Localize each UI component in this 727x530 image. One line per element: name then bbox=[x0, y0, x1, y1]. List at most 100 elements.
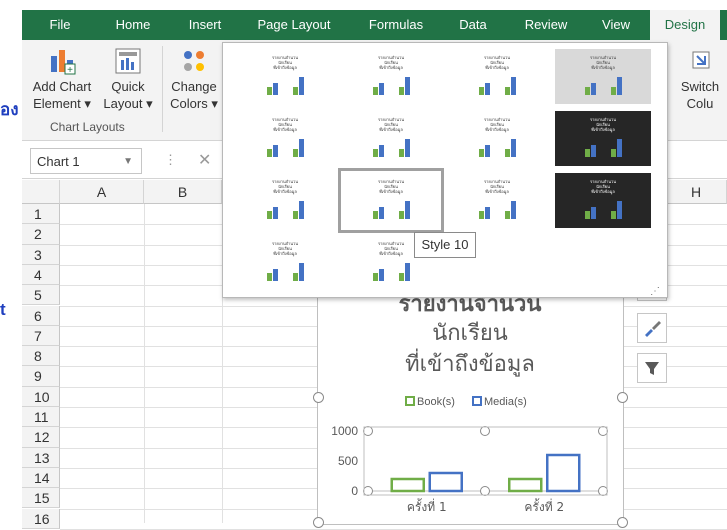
chart-style-thumbnail-8[interactable]: รายงานจำนวน นักเรียน ที่เข้าถึงข้อมูล bbox=[555, 111, 651, 166]
row-header-4[interactable]: 4 bbox=[22, 264, 60, 286]
change-colors-label-1: Change bbox=[171, 79, 217, 94]
thumbnail-chart-icon bbox=[585, 139, 622, 157]
chart-style-thumbnail-5[interactable]: รายงานจำนวน นักเรียน ที่เข้าถึงข้อมูล bbox=[237, 111, 333, 166]
chart-title-line-3: ที่เข้าถึงข้อมูล bbox=[405, 348, 535, 377]
brush-icon bbox=[645, 321, 661, 337]
plot-area-handle[interactable] bbox=[598, 486, 608, 496]
quick-layout-button[interactable]: Quick Layout ▾ bbox=[100, 46, 156, 112]
chart-style-thumbnail-9[interactable]: รายงานจำนวน นักเรียน ที่เข้าถึงข้อมูล bbox=[237, 173, 333, 228]
plot-area-handle[interactable] bbox=[598, 426, 608, 436]
thumbnail-chart-icon bbox=[267, 201, 304, 219]
row-header-7[interactable]: 7 bbox=[22, 325, 60, 347]
tab-view[interactable]: View bbox=[592, 10, 640, 40]
chart-style-thumbnail-3[interactable]: รายงานจำนวน นักเรียน ที่เข้าถึงข้อมูล bbox=[449, 49, 545, 104]
add-chart-element-button[interactable]: + Add Chart Element ▾ bbox=[26, 46, 98, 112]
thumbnail-chart-icon bbox=[373, 139, 410, 157]
row-header-9[interactable]: 9 bbox=[22, 366, 60, 387]
thumbnail-chart-icon bbox=[267, 77, 304, 95]
thumbnail-chart-icon bbox=[479, 139, 516, 157]
switch-row-column-label-2: Colu bbox=[686, 96, 714, 111]
chart-style-thumbnail-12[interactable]: รายงานจำนวน นักเรียน ที่เข้าถึงข้อมูล bbox=[555, 173, 651, 228]
row-header-11[interactable]: 11 bbox=[22, 407, 60, 428]
tab-file[interactable]: File bbox=[32, 10, 88, 40]
tab-insert[interactable]: Insert bbox=[176, 10, 234, 40]
change-colors-icon bbox=[184, 51, 204, 71]
change-colors-button[interactable]: Change Colors ▾ bbox=[166, 46, 222, 112]
row-header-16[interactable]: 16 bbox=[22, 508, 60, 529]
chart-filters-button[interactable] bbox=[637, 353, 667, 383]
ribbon-separator bbox=[162, 46, 163, 132]
tab-data[interactable]: Data bbox=[448, 10, 498, 40]
column-header-a[interactable]: A bbox=[60, 180, 144, 204]
chart-title-line-1: รายงานจำนวน bbox=[399, 297, 542, 317]
chart-style-thumbnail-13[interactable]: รายงานจำนวน นักเรียน ที่เข้าถึงข้อมูล bbox=[237, 235, 333, 290]
row-header-14[interactable]: 14 bbox=[22, 467, 60, 489]
y-tick-label: 500 bbox=[338, 454, 358, 468]
legend-label-media: Media(s) bbox=[484, 396, 527, 408]
row-header-15[interactable]: 15 bbox=[22, 488, 60, 509]
chevron-down-icon: ▼ bbox=[123, 156, 133, 167]
name-box[interactable]: Chart 1 ▼ bbox=[30, 148, 142, 174]
row-header-6[interactable]: 6 bbox=[22, 305, 60, 326]
chart-style-thumbnail-6[interactable]: รายงานจำนวน นักเรียน ที่เข้าถึงข้อมูล bbox=[343, 111, 439, 166]
chart-styles-gallery: รายงานจำนวน นักเรียน ที่เข้าถึงข้อมูล รายงา… bbox=[222, 42, 668, 298]
switch-row-column-button[interactable]: Switch Colu bbox=[672, 46, 727, 112]
chart-area[interactable]: รายงานจำนวน นักเรียน ที่เข้าถึงข้อมูล Bo… bbox=[317, 292, 624, 525]
add-chart-element-label-2: Element ▾ bbox=[33, 96, 91, 111]
cancel-icon[interactable]: ✕ bbox=[198, 150, 211, 170]
chart-svg: รายงานจำนวน นักเรียน ที่เข้าถึงข้อมูล Bo… bbox=[331, 292, 608, 514]
plot-area-handle[interactable] bbox=[363, 486, 373, 496]
plot-area-handle[interactable] bbox=[480, 426, 490, 436]
tab-design[interactable]: Design bbox=[650, 10, 720, 42]
row-header-3[interactable]: 3 bbox=[22, 244, 60, 265]
y-tick-label: 0 bbox=[351, 484, 358, 498]
row-header-1[interactable]: 1 bbox=[22, 204, 60, 225]
row-header-5[interactable]: 5 bbox=[22, 285, 60, 306]
chart-style-thumbnail-4[interactable]: รายงานจำนวน นักเรียน ที่เข้าถึงข้อมูล bbox=[555, 49, 651, 104]
plot-area-handle[interactable] bbox=[480, 486, 490, 496]
chart-style-thumbnail-11[interactable]: รายงานจำนวน นักเรียน ที่เข้าถึงข้อมูล bbox=[449, 173, 545, 228]
bar-medias-2[interactable] bbox=[546, 453, 581, 493]
select-all-corner[interactable] bbox=[22, 180, 60, 204]
column-header-b[interactable]: B bbox=[144, 180, 222, 204]
tab-review[interactable]: Review bbox=[516, 10, 576, 40]
bar-medias-1[interactable] bbox=[428, 471, 463, 493]
tab-home[interactable]: Home bbox=[102, 10, 164, 40]
chart-styles-button[interactable] bbox=[637, 313, 667, 343]
resize-handle[interactable] bbox=[617, 392, 628, 403]
tab-formulas[interactable]: Formulas bbox=[360, 10, 432, 40]
thumbnail-chart-icon bbox=[479, 201, 516, 219]
filter-icon bbox=[645, 362, 659, 375]
row-header-13[interactable]: 13 bbox=[22, 447, 60, 468]
row-header-10[interactable]: 10 bbox=[22, 386, 60, 407]
row-header-8[interactable]: 8 bbox=[22, 346, 60, 367]
resize-handle[interactable] bbox=[313, 392, 324, 403]
legend-label-book: Book(s) bbox=[417, 396, 455, 408]
grid-line bbox=[144, 204, 145, 523]
thumbnail-chart-icon bbox=[267, 139, 304, 157]
add-chart-element-icon: + bbox=[51, 50, 76, 76]
bar-books-2[interactable] bbox=[508, 477, 543, 493]
chart-style-thumbnail-2[interactable]: รายงานจำนวน นักเรียน ที่เข้าถึงข้อมูล bbox=[343, 49, 439, 104]
left-cut-text-2: t bbox=[0, 300, 6, 319]
switch-row-column-icon bbox=[692, 51, 710, 69]
row-header-12[interactable]: 12 bbox=[22, 427, 60, 448]
chart-style-thumbnail-10[interactable]: รายงานจำนวน นักเรียน ที่เข้าถึงข้อมูล bbox=[338, 168, 444, 233]
thumbnail-chart-icon bbox=[267, 263, 304, 281]
column-header-h[interactable]: H bbox=[666, 180, 727, 204]
gallery-resize-grip[interactable]: ⋰ bbox=[650, 286, 660, 297]
thumbnail-chart-icon bbox=[373, 77, 410, 95]
svg-text:+: + bbox=[67, 65, 73, 76]
quick-layout-label-1: Quick bbox=[111, 79, 145, 94]
chart-style-thumbnail-1[interactable]: รายงานจำนวน นักเรียน ที่เข้าถึงข้อมูล bbox=[237, 49, 333, 104]
quick-layout-icon bbox=[115, 48, 141, 74]
bar-books-1[interactable] bbox=[390, 477, 425, 493]
plot-area-handle[interactable] bbox=[363, 426, 373, 436]
left-cut-text-1: อง bbox=[0, 100, 19, 119]
chart-style-thumbnail-7[interactable]: รายงานจำนวน นักเรียน ที่เข้าถึงข้อมูล bbox=[449, 111, 545, 166]
chart-title-line-2: นักเรียน bbox=[432, 321, 508, 346]
tab-page-layout[interactable]: Page Layout bbox=[248, 10, 340, 40]
row-header-2[interactable]: 2 bbox=[22, 224, 60, 245]
style-tooltip: Style 10 bbox=[414, 232, 476, 258]
thumbnail-chart-icon bbox=[373, 201, 410, 219]
